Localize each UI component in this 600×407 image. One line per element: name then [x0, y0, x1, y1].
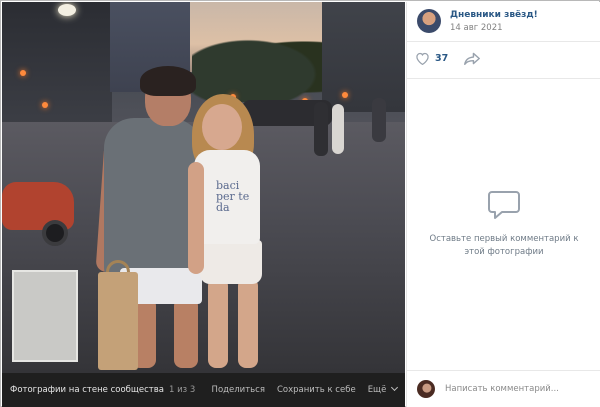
photo-pedestrian	[314, 102, 328, 156]
post-date[interactable]: 14 авг 2021	[450, 23, 503, 33]
photo-girl-arm	[188, 162, 204, 274]
like-count: 37	[435, 53, 449, 64]
comment-box	[407, 370, 600, 407]
photo-man-hair	[140, 66, 196, 96]
heart-outline-icon	[416, 52, 429, 65]
photo-girl-leg	[208, 278, 228, 368]
author-avatar[interactable]	[417, 9, 441, 33]
photo-counter: 1 из 3	[168, 385, 196, 395]
photo-light	[342, 92, 348, 98]
photo-stone-post	[12, 270, 78, 362]
more-label: Ещё	[367, 385, 387, 395]
photo-scooter-wheel	[42, 220, 68, 246]
photo-girl-shorts	[200, 240, 262, 284]
photo-trees	[192, 32, 332, 102]
photo[interactable]: baci per te da	[2, 2, 405, 373]
photo-shirt-text: baci per te da	[216, 179, 250, 214]
share-button[interactable]: Поделиться	[212, 385, 265, 395]
author-header: Дневники звёзд! 14 авг 2021	[407, 2, 600, 42]
photo-paper-bag	[98, 272, 138, 370]
like-button[interactable]: 37	[415, 52, 448, 65]
current-user-avatar	[417, 380, 435, 398]
author-name[interactable]: Дневники звёзд!	[450, 10, 538, 20]
save-to-profile-button[interactable]: Сохранить к себе	[277, 385, 356, 395]
photo-man-leg	[174, 298, 198, 368]
share-icon-button[interactable]	[463, 52, 481, 68]
album-link[interactable]: Фотографии на стене сообщества	[10, 385, 164, 395]
actions-bar: 37	[407, 42, 600, 79]
photo-light	[20, 70, 26, 76]
photo-pedestrian	[332, 104, 344, 154]
photo-light	[42, 102, 48, 108]
photo-building-left	[2, 2, 112, 132]
photo-girl-leg	[238, 278, 258, 368]
photo-street-lamp	[58, 4, 76, 16]
empty-comments-text: Оставьте первый комментарий к этой фотог…	[429, 234, 579, 257]
comment-bubble-icon	[488, 191, 520, 219]
photo-bottom-bar: Фотографии на стене сообщества 1 из 3 По…	[2, 373, 405, 407]
photo-pedestrian	[372, 98, 386, 142]
photo-building-right	[322, 2, 405, 112]
photo-girl-face	[202, 104, 242, 150]
empty-comments: Оставьте первый комментарий к этой фотог…	[407, 190, 600, 259]
sidebar: Дневники звёзд! 14 авг 2021 37 Оставьте …	[406, 2, 600, 407]
photo-viewer: baci per te da Фотографии на стене сообщ…	[0, 0, 600, 407]
more-button[interactable]: Ещё	[367, 383, 399, 395]
comment-input[interactable]	[445, 379, 593, 399]
chevron-down-icon	[390, 383, 399, 392]
share-arrow-icon	[464, 52, 480, 65]
